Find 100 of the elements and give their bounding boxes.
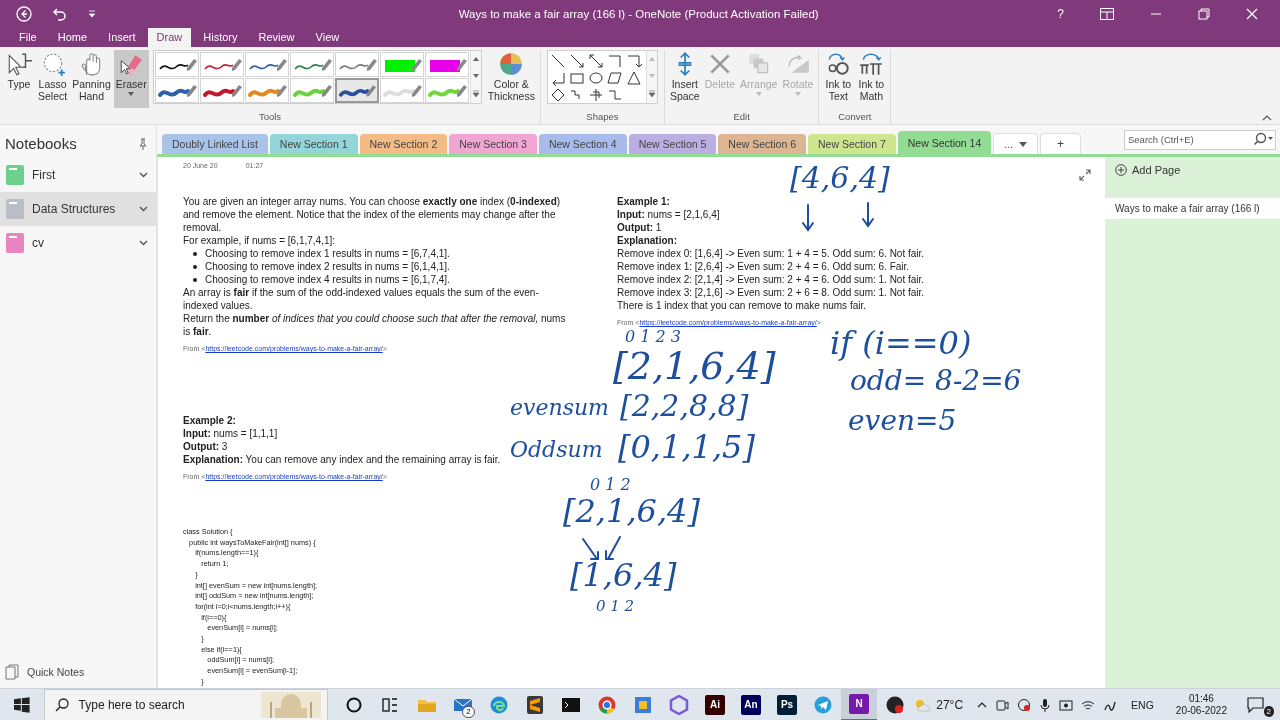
pen-swatch[interactable] bbox=[424, 52, 469, 77]
pen-swatch[interactable] bbox=[289, 52, 334, 77]
ribbon-tab[interactable]: File bbox=[10, 28, 46, 47]
collapse-ribbon-icon[interactable] bbox=[1262, 115, 1272, 121]
shape-icon[interactable] bbox=[549, 53, 566, 69]
ribbon-button[interactable]: Ink to Math bbox=[855, 50, 888, 108]
taskbar-app-button[interactable]: An bbox=[732, 688, 769, 720]
ribbon-tab[interactable]: Insert bbox=[99, 28, 145, 47]
pen-swatch[interactable] bbox=[424, 78, 469, 103]
pen-swatch[interactable] bbox=[334, 78, 379, 103]
shape-icon[interactable] bbox=[625, 53, 642, 69]
back-icon[interactable] bbox=[16, 6, 32, 22]
ribbon-button[interactable]: Color & Thickness bbox=[485, 50, 537, 108]
notebook-item[interactable]: Data Structures bbox=[0, 192, 156, 226]
pen-swatch[interactable] bbox=[334, 52, 379, 77]
ribbon-button[interactable]: Ink to Text bbox=[822, 50, 855, 108]
shape-icon[interactable] bbox=[568, 53, 585, 69]
status-icon[interactable] bbox=[1017, 697, 1032, 712]
pen-swatch[interactable] bbox=[244, 52, 289, 77]
notifications-button[interactable]: 2 bbox=[1243, 690, 1274, 719]
weather-button[interactable]: 27°C bbox=[913, 697, 964, 712]
pen-swatch[interactable] bbox=[379, 52, 424, 77]
section-tab[interactable]: Doubly Linked List bbox=[162, 134, 268, 154]
weather-icon bbox=[913, 697, 932, 712]
note-text: Output: 3 bbox=[183, 440, 228, 453]
customize-icon[interactable] bbox=[88, 10, 96, 18]
add-page-button[interactable]: Add Page bbox=[1105, 161, 1280, 179]
close-icon[interactable] bbox=[1246, 8, 1258, 20]
ribbon-tab[interactable]: Draw bbox=[147, 28, 192, 47]
ribbon-button[interactable]: Panning Hand bbox=[70, 50, 113, 108]
taskbar-app-button[interactable]: 2 bbox=[444, 688, 481, 720]
expand-icon[interactable] bbox=[1079, 169, 1091, 181]
chevron-icon[interactable] bbox=[139, 172, 148, 178]
ribbon-tab[interactable]: History bbox=[194, 28, 247, 47]
section-tab[interactable]: New Section 7 bbox=[808, 134, 896, 154]
bullet-icon bbox=[193, 277, 197, 282]
chevron-icon[interactable] bbox=[139, 206, 148, 212]
group-label: Shapes bbox=[585, 110, 620, 122]
shape-icon[interactable] bbox=[549, 87, 566, 103]
add-section-tab[interactable]: + bbox=[1040, 133, 1082, 154]
note-text: Explanation: bbox=[617, 234, 677, 247]
search-icon bbox=[54, 697, 69, 712]
ribbon-button[interactable]: Eraser bbox=[113, 50, 149, 108]
undo-icon[interactable] bbox=[52, 6, 68, 22]
section-tab[interactable]: New Section 4 bbox=[538, 134, 627, 154]
section-tab[interactable]: New Section 2 bbox=[359, 134, 448, 154]
pen-swatch[interactable] bbox=[199, 78, 244, 103]
search-field[interactable]: Search (Ctrl+E) bbox=[1124, 129, 1276, 150]
notebook-item[interactable]: First bbox=[0, 158, 156, 192]
gallery-expand-icon[interactable] bbox=[647, 89, 656, 98]
microphone-icon[interactable] bbox=[1039, 697, 1052, 712]
shape-icon[interactable] bbox=[587, 87, 604, 103]
pen-swatch[interactable] bbox=[199, 52, 244, 77]
ribbon-tab[interactable]: View bbox=[306, 28, 349, 47]
taskbar-search-field[interactable]: Type here to search bbox=[43, 688, 329, 720]
pen-swatch[interactable] bbox=[154, 52, 199, 77]
shape-icon[interactable] bbox=[587, 70, 604, 86]
ribbon-tab[interactable]: Home bbox=[48, 28, 97, 47]
pen-swatch[interactable] bbox=[379, 78, 424, 103]
language-indicator[interactable]: ENG bbox=[1131, 698, 1154, 711]
camera-icon[interactable] bbox=[995, 697, 1010, 712]
display-icon[interactable] bbox=[1059, 697, 1074, 712]
more-sections-tab[interactable]: ... bbox=[993, 133, 1039, 154]
taskbar-app-button[interactable]: Ps bbox=[769, 688, 806, 720]
taskbar-app-button[interactable]: Ai bbox=[696, 688, 733, 720]
show-hidden-icons-icon[interactable] bbox=[977, 701, 988, 708]
shape-icon[interactable] bbox=[587, 53, 604, 69]
scroll-up-icon[interactable] bbox=[471, 56, 480, 63]
chevron-icon[interactable] bbox=[139, 240, 148, 246]
section-tab[interactable]: New Section 3 bbox=[449, 134, 537, 154]
group-label: Convert bbox=[837, 110, 873, 122]
ribbon-button[interactable]: Insert Space bbox=[667, 50, 702, 108]
note-text: There is 1 index that you can remove to make nums fair. bbox=[617, 299, 866, 312]
page-item[interactable]: Ways to make a fair array (166 l) bbox=[1105, 198, 1280, 219]
quick-notes-item[interactable]: Quick Notes bbox=[5, 664, 85, 680]
search-icon[interactable] bbox=[1253, 132, 1273, 146]
section-tab[interactable]: New Section 14 bbox=[897, 131, 992, 154]
pin-icon[interactable] bbox=[138, 137, 148, 150]
ribbon-display-icon[interactable] bbox=[1100, 8, 1114, 20]
windows-start-icon[interactable] bbox=[14, 696, 30, 713]
shape-icon[interactable] bbox=[625, 70, 642, 86]
pen-swatch[interactable] bbox=[154, 78, 199, 103]
note-text: Input: nums = [1,1,1] bbox=[183, 427, 278, 440]
ribbon-button[interactable]: Type bbox=[3, 50, 35, 108]
note-text: Remove index 0: [1,6,4] -> Even sum: 1 + 4 = 5. Odd sum: 6. Not fair. bbox=[617, 247, 925, 260]
ribbon-button[interactable]: Lasso Select bbox=[36, 50, 70, 108]
taskbar-app-button[interactable]: N bbox=[841, 688, 878, 720]
notebook-item[interactable]: cv bbox=[0, 226, 156, 260]
gallery-expand-icon[interactable] bbox=[471, 89, 480, 98]
restore-icon[interactable] bbox=[1198, 8, 1210, 20]
ribbon-tab[interactable]: Review bbox=[249, 28, 304, 47]
clock[interactable]: 01:46 20-06-2022 bbox=[1175, 692, 1227, 717]
shape-icon[interactable] bbox=[606, 70, 623, 86]
section-tab[interactable]: New Section 5 bbox=[628, 134, 717, 154]
section-tab[interactable]: New Section 6 bbox=[718, 134, 807, 154]
scroll-down-icon[interactable] bbox=[471, 73, 480, 79]
pen-swatch[interactable] bbox=[289, 78, 334, 103]
section-tab[interactable]: New Section 1 bbox=[269, 134, 358, 154]
help-button[interactable]: ? bbox=[1057, 7, 1064, 21]
pen-swatch[interactable] bbox=[244, 78, 289, 103]
